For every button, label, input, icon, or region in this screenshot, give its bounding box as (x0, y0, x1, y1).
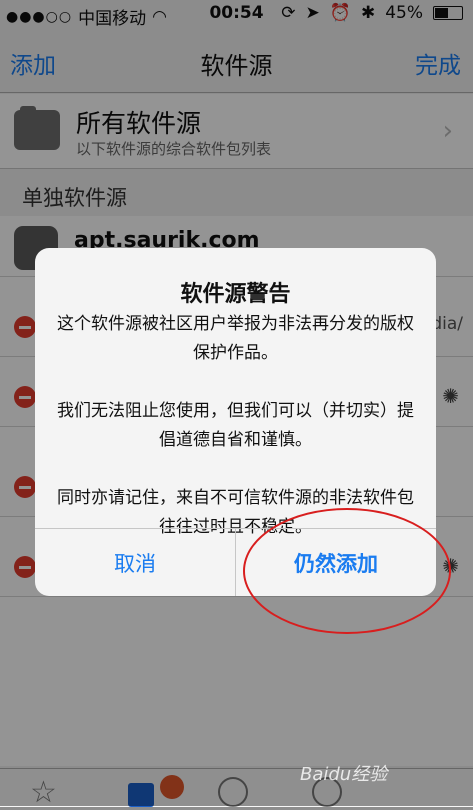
cancel-button[interactable]: 取消 (35, 529, 235, 596)
annotation-circle (243, 508, 451, 634)
alert-title: 软件源警告 (180, 282, 291, 307)
alert-message: 这个软件源被社区用户举报为非法再分发的版权保护作品。 我们无法阻止您使用，但我们… (53, 310, 418, 542)
alert-paragraph-2: 我们无法阻止您使用，但我们可以（并切实）提倡道德自省和谨慎。 (57, 401, 414, 450)
alert-paragraph-1: 这个软件源被社区用户举报为非法再分发的版权保护作品。 (57, 314, 414, 363)
watermark: Baidu经验 (300, 764, 388, 785)
